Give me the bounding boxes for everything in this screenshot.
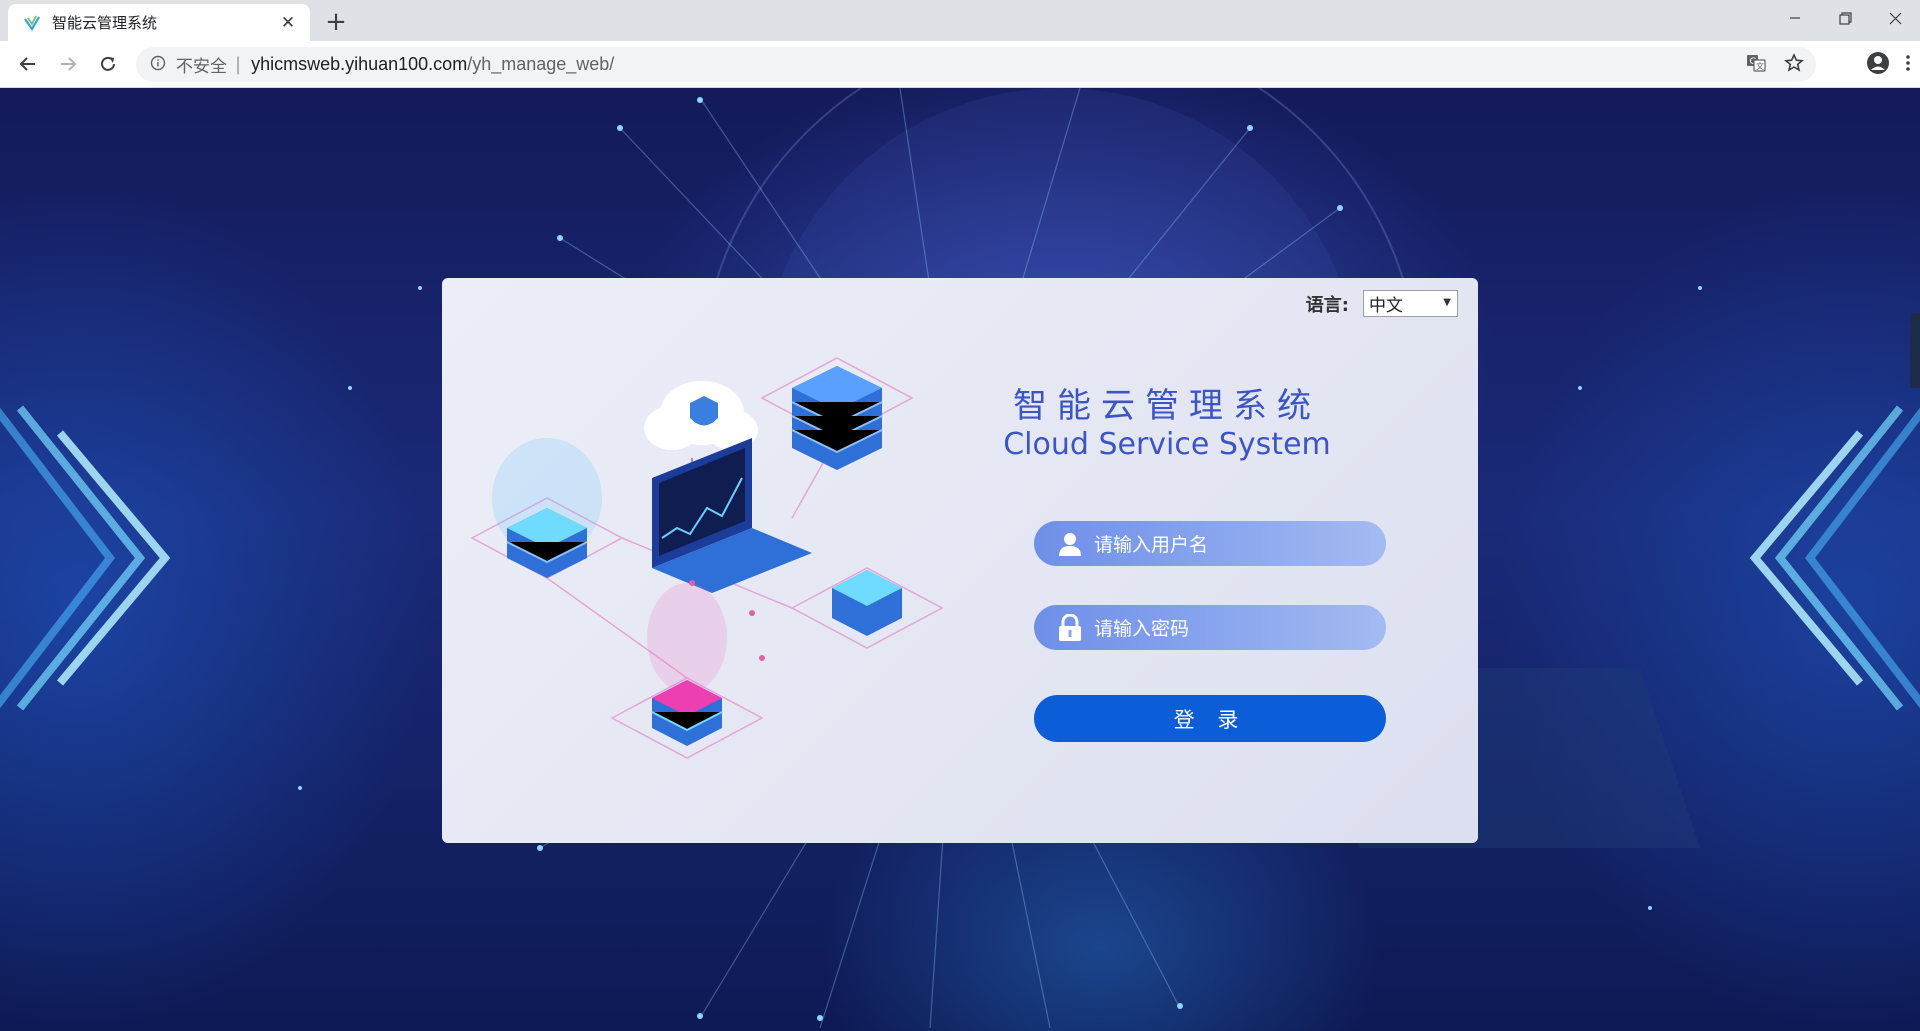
info-icon[interactable] — [150, 55, 166, 75]
more-vert-icon[interactable] — [1904, 53, 1912, 77]
site-favicon-icon — [22, 13, 42, 33]
forward-arrow-icon[interactable] — [50, 46, 86, 82]
username-placeholder: 请输入用户名 — [1094, 534, 1209, 556]
url-path: /yh_manage_web/ — [467, 54, 615, 74]
restore-icon[interactable] — [1820, 0, 1870, 36]
translate-icon[interactable]: G文 — [1746, 53, 1766, 77]
tab-title: 智能云管理系统 — [52, 15, 158, 32]
tab-strip: 智能云管理系统 ✕ + — [0, 0, 1920, 41]
browser-toolbar: 不安全 | yhicmsweb.yihuan100.com/yh_manage_… — [0, 41, 1920, 88]
toolbar-actions — [1866, 41, 1912, 88]
window-controls — [1770, 0, 1920, 41]
star-icon[interactable] — [1784, 52, 1804, 77]
login-page-background: 语言: 中文 ▼ 智能云管理系统 Cloud Service System 请输… — [0, 88, 1920, 1031]
address-bar[interactable]: 不安全 | yhicmsweb.yihuan100.com/yh_manage_… — [136, 47, 1816, 82]
close-icon[interactable]: ✕ — [278, 13, 298, 33]
cloud-network-illustration — [470, 357, 944, 759]
dropdown-arrow-icon: ▼ — [1443, 297, 1451, 308]
minimize-icon[interactable] — [1770, 0, 1820, 36]
system-title-cn: 智能云管理系统 — [1013, 386, 1321, 426]
username-field[interactable]: 请输入用户名 — [1034, 521, 1386, 566]
language-select[interactable]: 中文 ▼ — [1363, 290, 1458, 317]
close-window-icon[interactable] — [1870, 0, 1920, 36]
system-title-en: Cloud Service System — [1003, 427, 1331, 462]
back-arrow-icon[interactable] — [10, 46, 46, 82]
reload-icon[interactable] — [90, 46, 126, 82]
language-selector: 语言: 中文 ▼ — [1306, 290, 1458, 317]
login-button[interactable]: 登 录 — [1034, 695, 1386, 742]
plus-icon[interactable]: + — [322, 7, 350, 37]
url-host: yhicmsweb.yihuan100.com — [251, 54, 468, 74]
security-label[interactable]: 不安全 — [176, 52, 227, 77]
language-label: 语言: — [1305, 294, 1349, 316]
password-placeholder: 请输入密码 — [1094, 618, 1190, 640]
account-icon[interactable] — [1866, 51, 1890, 79]
language-selected-value: 中文 — [1369, 296, 1403, 316]
svg-text:文: 文 — [1756, 61, 1764, 71]
user-icon — [1056, 530, 1084, 558]
url-separator: | — [235, 54, 242, 75]
lock-icon — [1056, 613, 1084, 642]
omnibox-actions: G文 — [1746, 47, 1804, 82]
browser-tab[interactable]: 智能云管理系统 ✕ — [8, 4, 310, 41]
login-card: 语言: 中文 ▼ 智能云管理系统 Cloud Service System 请输… — [442, 278, 1478, 843]
password-field[interactable]: 请输入密码 — [1034, 605, 1386, 650]
